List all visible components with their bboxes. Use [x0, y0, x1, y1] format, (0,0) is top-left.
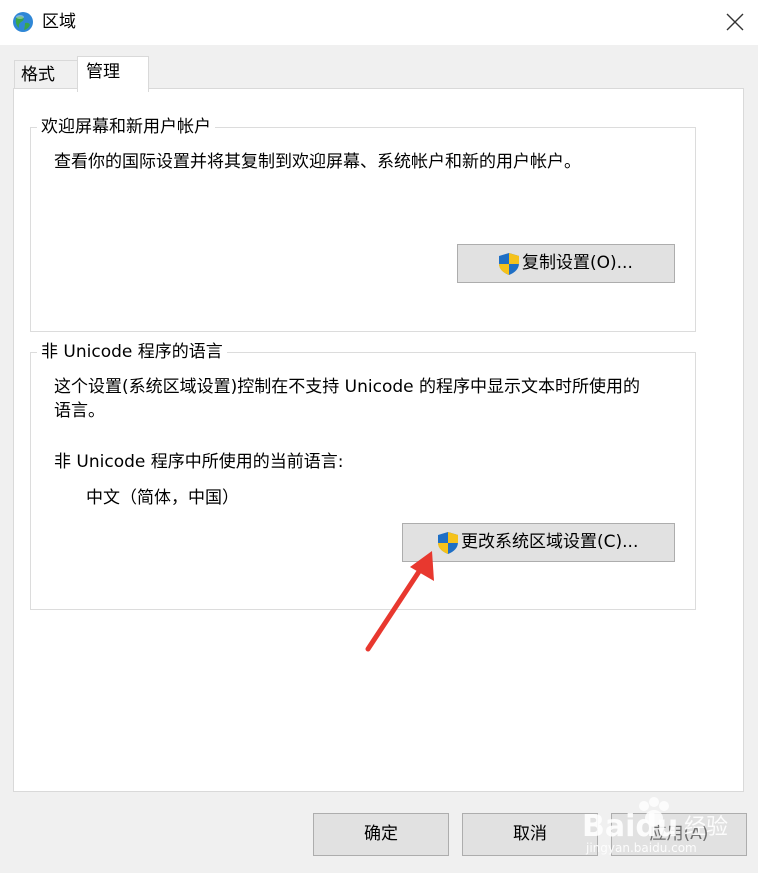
window-title: 区域	[42, 12, 76, 32]
watermark-brand: Baidu	[582, 809, 678, 844]
welcome-group-title: 欢迎屏幕和新用户帐户	[37, 116, 215, 138]
title-bar: 区域	[0, 0, 758, 45]
uac-shield-icon	[437, 531, 459, 560]
copy-settings-button[interactable]: 复制设置(O)...	[457, 244, 675, 283]
nonunicode-group-title: 非 Unicode 程序的语言	[37, 341, 227, 363]
current-language-value: 中文（简体，中国）	[86, 488, 239, 508]
globe-icon	[12, 11, 34, 33]
watermark-url: jingyan.baidu.com	[585, 841, 697, 855]
tab-manage[interactable]: 管理	[77, 56, 149, 92]
nonunicode-description-line2: 语言。	[54, 401, 105, 421]
close-icon	[726, 13, 744, 31]
welcome-description: 查看你的国际设置并将其复制到欢迎屏幕、系统帐户和新的用户帐户。	[54, 152, 581, 172]
change-system-locale-label: 更改系统区域设置(C)...	[461, 532, 639, 552]
change-system-locale-button[interactable]: 更改系统区域设置(C)...	[402, 523, 675, 562]
watermark-brand-cn: 经验	[684, 815, 728, 840]
uac-shield-icon	[498, 252, 520, 281]
current-language-label: 非 Unicode 程序中所使用的当前语言:	[54, 452, 344, 472]
tab-format[interactable]: 格式	[14, 60, 80, 90]
cancel-button[interactable]: 取消	[462, 813, 598, 856]
close-button[interactable]	[712, 0, 758, 45]
nonunicode-description-line1: 这个设置(系统区域设置)控制在不支持 Unicode 的程序中显示文本时所使用的	[54, 377, 641, 397]
baidu-watermark: Baidu 经验 jingyan.baidu.com	[580, 792, 758, 869]
copy-settings-label: 复制设置(O)...	[522, 253, 633, 273]
ok-button[interactable]: 确定	[313, 813, 449, 856]
red-arrow-annotation	[365, 551, 434, 652]
